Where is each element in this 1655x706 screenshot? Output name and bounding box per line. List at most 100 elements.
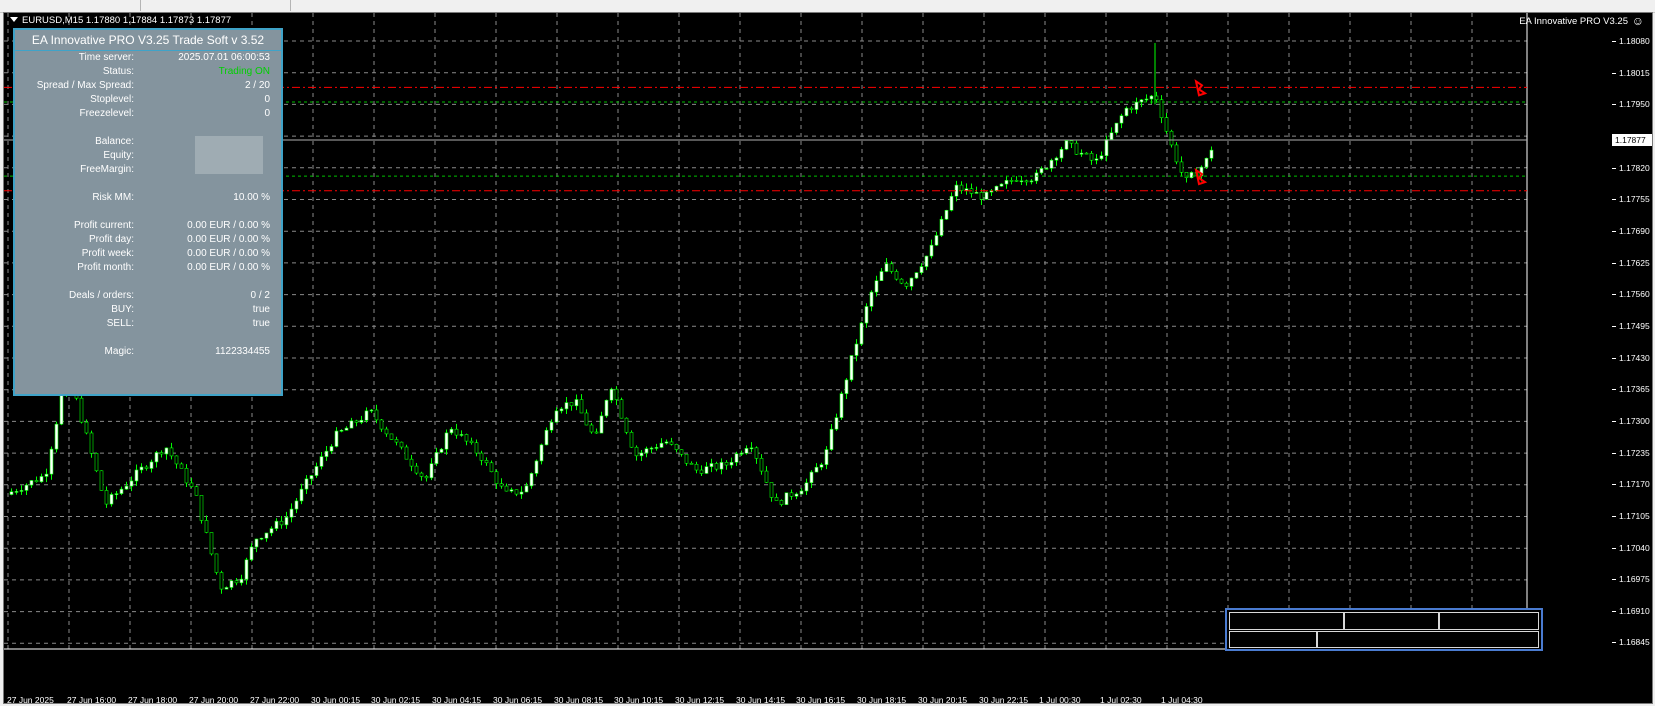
- candle-body: [384, 428, 389, 435]
- price-tick: [1612, 642, 1616, 643]
- candle-body: [344, 427, 349, 431]
- panel-row: Profit month: 0.00 EUR / 0.00 %: [15, 261, 281, 275]
- price-label: 1.16845: [1619, 637, 1650, 647]
- price-scale[interactable]: 1.18080 1.18015 1.17950 1.17820 1.17755 1.176…: [1612, 13, 1652, 703]
- time-label: 1 Jul 00:30: [1039, 695, 1081, 704]
- candle-body: [919, 266, 924, 273]
- candle-body: [1024, 180, 1029, 183]
- candle-body: [519, 491, 524, 495]
- time-label: 30 Jun 20:15: [918, 695, 968, 704]
- candle-body: [19, 490, 24, 492]
- current-price-label: 1.17877: [1612, 134, 1652, 146]
- candle-body: [1054, 157, 1059, 161]
- price-tick: [1612, 421, 1616, 422]
- candle-body: [994, 185, 999, 191]
- price-label: 1.18015: [1619, 68, 1650, 78]
- panel-row-value: 10.00 %: [233, 192, 270, 203]
- price-tick: [1612, 516, 1616, 517]
- candle-body: [1059, 148, 1064, 159]
- panel-row-value: 2025.07.01 06:00:53: [178, 52, 270, 63]
- time-label: 30 Jun 14:15: [736, 695, 786, 704]
- website-link[interactable]: http://innovation-forex-robots.ru: [1317, 631, 1539, 648]
- toolbar-segment: [0, 0, 141, 11]
- candle-body: [34, 480, 39, 483]
- panel-row-label: Deals / orders:: [68, 290, 134, 301]
- candle-body: [749, 447, 754, 450]
- price-tick: [1612, 41, 1616, 42]
- candle-body: [1169, 130, 1174, 146]
- candle-body: [669, 441, 674, 445]
- candle-body: [1074, 142, 1079, 155]
- candle-body: [434, 452, 439, 464]
- panel-row-value: 0.00 EUR / 0.00 %: [187, 262, 270, 273]
- candle-body: [679, 449, 684, 455]
- candle-body: [949, 195, 954, 211]
- candle-body: [89, 432, 94, 454]
- candle-body: [1034, 172, 1039, 182]
- price-label: 1.18080: [1619, 36, 1650, 46]
- candle-body: [1124, 107, 1129, 117]
- brand-panel: Innovation Forex Robots website: http://…: [1225, 608, 1543, 651]
- candle-body: [404, 446, 409, 460]
- candle-body: [899, 278, 904, 284]
- candle-body: [1114, 122, 1119, 134]
- panel-row: Profit day: 0.00 EUR / 0.00 %: [15, 233, 281, 247]
- candle-body: [609, 388, 614, 401]
- panel-row: Risk MM: 10.00 %: [15, 191, 281, 205]
- candle-body: [514, 489, 519, 495]
- chart-menu-icon[interactable]: [10, 17, 18, 22]
- candle-body: [24, 484, 29, 491]
- panel-row-label: Time server:: [78, 52, 134, 63]
- candle-body: [279, 520, 284, 526]
- candle-body: [939, 218, 944, 236]
- panel-row-label: BUY:: [111, 304, 134, 315]
- panel-row: BUY: true: [15, 303, 281, 317]
- candle-body: [424, 476, 429, 479]
- candle-body: [634, 446, 639, 457]
- candle-body: [199, 495, 204, 521]
- candle-body: [169, 447, 174, 457]
- candle-body: [819, 464, 824, 468]
- candle-body: [254, 538, 259, 548]
- candle-body: [614, 388, 619, 400]
- candle-body: [479, 452, 484, 461]
- candle-body: [774, 497, 779, 501]
- candle-body: [599, 415, 604, 434]
- symbol-title[interactable]: EURUSD,M15 1.17880 1.17884 1.17873 1.178…: [10, 15, 231, 26]
- candle-body: [454, 428, 459, 436]
- candle-body: [1189, 172, 1194, 178]
- candle-body: [414, 465, 419, 474]
- candle-body: [729, 462, 734, 466]
- panel-row-label: Profit day:: [88, 234, 134, 245]
- candle-body: [1104, 139, 1109, 157]
- time-label: 1 Jul 04:30: [1161, 695, 1203, 704]
- candle-body: [569, 402, 574, 407]
- candle-body: [554, 410, 559, 423]
- candle-body: [139, 466, 144, 471]
- order-arrow-icon: [1194, 167, 1208, 186]
- panel-row: Status: Trading ON: [15, 65, 281, 79]
- price-tick: [1612, 199, 1616, 200]
- panel-row-value: true: [252, 318, 270, 329]
- candle-body: [859, 322, 864, 345]
- time-label: 30 Jun 18:15: [857, 695, 907, 704]
- candle-body: [709, 463, 714, 467]
- candle-body: [489, 462, 494, 473]
- chart-window[interactable]: EURUSD,M15 1.17880 1.17884 1.17873 1.178…: [3, 12, 1653, 704]
- candle-body: [664, 441, 669, 444]
- candle-body: [459, 434, 464, 436]
- candle-body: [359, 419, 364, 423]
- candle-body: [149, 461, 154, 469]
- candle-body: [219, 572, 224, 590]
- candle-body: [689, 462, 694, 465]
- candle-body: [654, 447, 659, 449]
- brand-robots: Robots: [1439, 612, 1539, 630]
- candle-body: [1109, 132, 1114, 140]
- price-label: 1.17820: [1619, 163, 1650, 173]
- candle-body: [784, 492, 789, 505]
- price-label: 1.17560: [1619, 289, 1650, 299]
- panel-row-label: SELL:: [106, 318, 134, 329]
- candle-body: [1164, 117, 1169, 132]
- candle-body: [474, 442, 479, 454]
- candle-body: [844, 379, 849, 394]
